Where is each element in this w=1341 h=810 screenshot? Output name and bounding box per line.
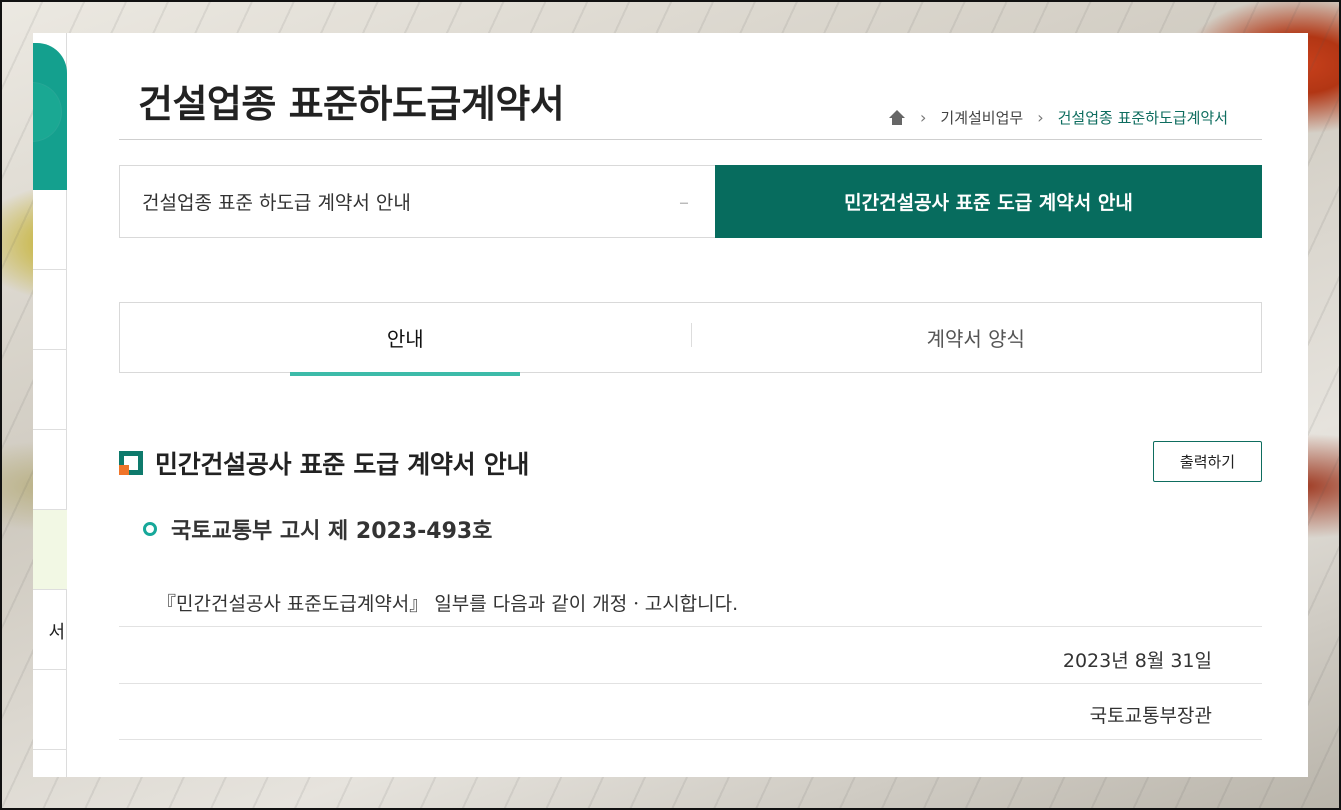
section-square-icon [119,451,143,475]
side-menu-item-label: 서 [48,622,65,643]
tab-private-construction-guide[interactable]: 민간건설공사 표준 도급 계약서 안내 [715,165,1262,238]
breadcrumb-current[interactable]: 건설업종 표준하도급계약서 [1058,107,1228,128]
sub-tab-contract-form[interactable]: 계약서 양식 [691,303,1262,372]
side-menu-header [33,43,67,190]
home-icon[interactable] [888,109,906,126]
sub-tab-guide[interactable]: 안내 [120,303,691,376]
divider [119,683,1262,684]
side-menu-item-active[interactable] [33,510,67,590]
divider [119,739,1262,740]
side-menu-item[interactable]: 서 [33,590,67,670]
content-panel: 서 건설업종 표준하도급계약서 › 기계설비업무 › 건설업종 표준하도급계약서… [33,33,1308,777]
bullet-ring-icon [143,522,157,536]
page-title: 건설업종 표준하도급계약서 [138,82,565,126]
side-menu-item[interactable] [33,350,67,430]
main-tabs: 건설업종 표준 하도급 계약서 안내 – 민간건설공사 표준 도급 계약서 안내 [119,165,1262,238]
sub-tab-label: 안내 [386,327,424,351]
tab-standard-subcontract-guide[interactable]: 건설업종 표준 하도급 계약서 안내 – [119,165,715,238]
notice-heading-text: 국토교통부 고시 제 2023-493호 [171,519,493,544]
chevron-right-icon: › [1037,108,1044,127]
tab-label: 민간건설공사 표준 도급 계약서 안내 [844,192,1133,214]
notice-issuer: 국토교통부장관 [1089,705,1212,727]
side-menu-item[interactable] [33,430,67,510]
side-menu-item[interactable] [33,670,67,750]
side-menu: 서 [33,33,67,777]
sub-tab-label: 계약서 양식 [926,327,1025,351]
title-divider [119,139,1262,140]
section-header: 민간건설공사 표준 도급 계약서 안내 [119,445,529,481]
notice-heading: 국토교통부 고시 제 2023-493호 [143,513,492,545]
notice-body: 『민간건설공사 표준도급계약서』 일부를 다음과 같이 개정ㆍ고시합니다. [157,593,739,615]
notice-date: 2023년 8월 31일 [1062,650,1212,672]
tab-label: 건설업종 표준 하도급 계약서 안내 [142,192,411,214]
chevron-right-icon: › [920,108,927,127]
side-menu-item[interactable] [33,270,67,350]
breadcrumb-item[interactable]: 기계설비업무 [940,107,1023,128]
print-button[interactable]: 출력하기 [1153,441,1262,482]
dash-icon: – [679,189,689,214]
breadcrumb: › 기계설비업무 › 건설업종 표준하도급계약서 [888,107,1228,128]
divider [119,626,1262,627]
sub-tabs: 안내 계약서 양식 [119,302,1262,376]
section-title: 민간건설공사 표준 도급 계약서 안내 [155,450,530,479]
side-menu-item[interactable] [33,190,67,270]
